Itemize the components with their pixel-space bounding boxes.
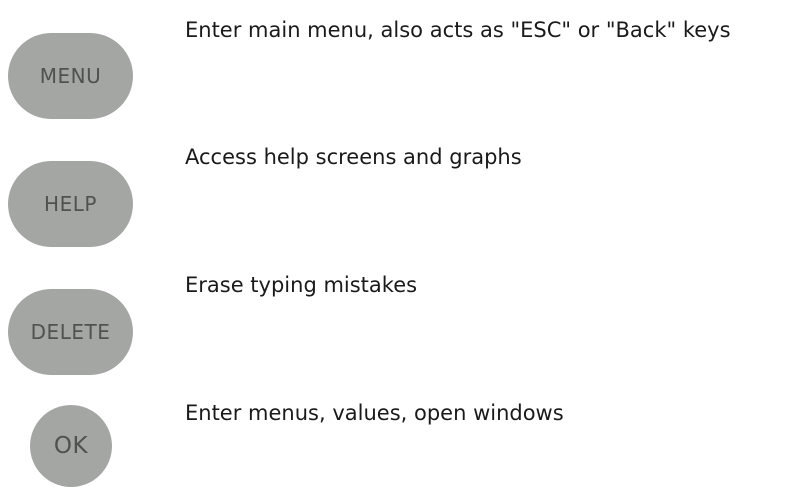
menu-key-label: MENU [39,64,102,88]
delete-key-description: Erase typing mistakes [185,273,418,297]
ok-key-description: Enter menus, values, open windows [185,401,564,425]
help-key-description: Access help screens and graphs [185,145,522,169]
menu-key-description: Enter main menu, also acts as "ESC" or "… [185,18,731,42]
ok-key-button[interactable]: OK [30,405,112,487]
menu-key-button[interactable]: MENU [8,33,133,119]
delete-key-label: DELETE [30,320,111,344]
ok-key-label: OK [53,433,89,459]
help-key-label: HELP [44,192,97,216]
help-key-button[interactable]: HELP [8,161,133,247]
delete-key-button[interactable]: DELETE [8,289,133,375]
